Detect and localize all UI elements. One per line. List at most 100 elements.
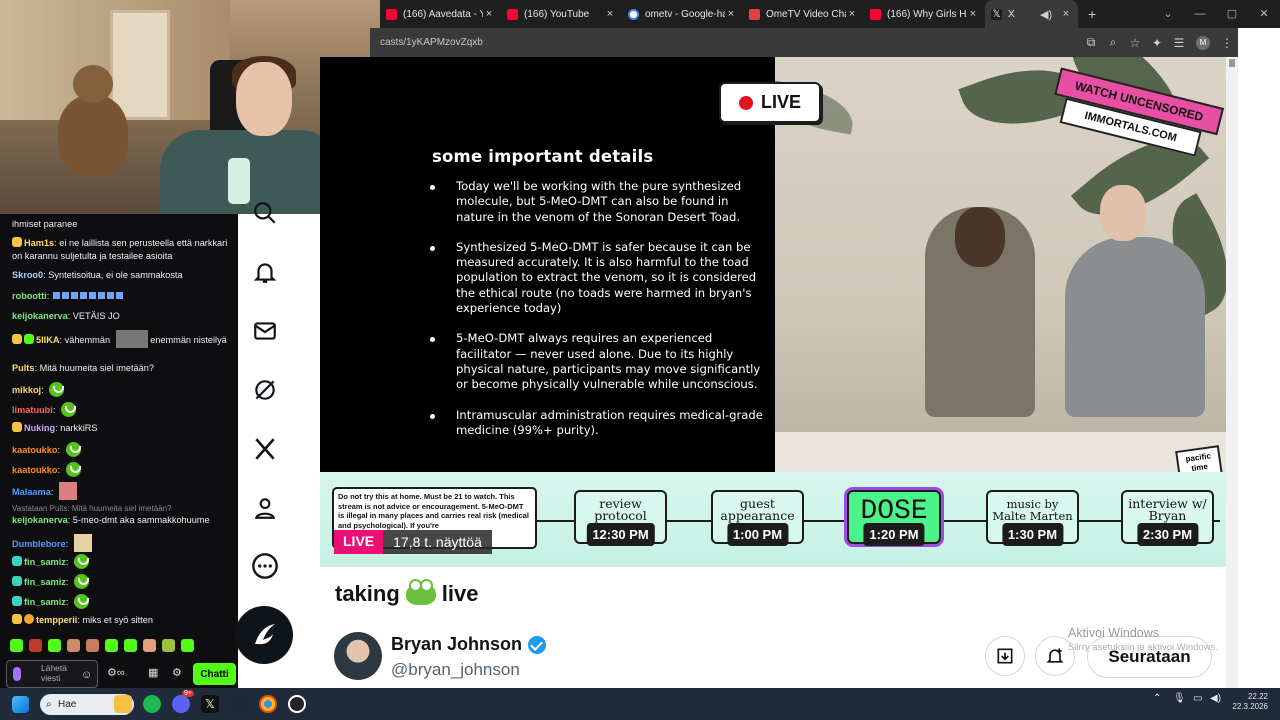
emote-button[interactable] — [86, 639, 99, 652]
emote-button[interactable] — [143, 639, 156, 652]
browser-tab[interactable]: ometv - Google-hak × — [622, 0, 743, 28]
youtube-icon — [507, 8, 518, 20]
pepe-emote-icon — [73, 574, 89, 589]
pepe-emote-icon — [73, 594, 89, 609]
chat-panel: ihmiset paranee Ham1s: ei ne laillista s… — [0, 214, 238, 688]
extensions-icon[interactable]: ✦ — [1146, 36, 1168, 50]
notifications-bell-icon[interactable] — [250, 257, 280, 287]
zoom-icon[interactable]: ⌕ — [1102, 35, 1124, 50]
chat-input[interactable]: Lähetä viesti ☺ — [6, 660, 98, 688]
emote-button[interactable] — [105, 639, 118, 652]
close-tab-icon[interactable]: × — [725, 8, 737, 20]
emote-button[interactable] — [162, 639, 175, 652]
windows-start-icon[interactable] — [12, 696, 29, 713]
page-scrollbar[interactable] — [1226, 57, 1238, 688]
chrome-icon[interactable] — [259, 695, 277, 713]
gear-icon[interactable]: ⚙ — [172, 666, 182, 679]
settings-icon[interactable]: ⚙∞ — [107, 666, 125, 679]
x-app-icon[interactable]: 𝕏 — [201, 695, 219, 713]
chat-message: Nuking: narkkiRS — [12, 422, 234, 435]
browser-tab[interactable]: (166) Why Girls HATE× — [864, 0, 985, 28]
host-name[interactable]: Bryan Johnson — [391, 634, 547, 655]
chat-message: limatuubi: — [12, 402, 234, 417]
emote-button[interactable] — [124, 639, 137, 652]
taskbar-clock[interactable]: 22.22 22.3.2026 — [1232, 692, 1268, 712]
messages-envelope-icon[interactable] — [250, 316, 280, 346]
sub-badge-icon — [24, 614, 34, 624]
profile-avatar[interactable]: M — [1196, 35, 1210, 50]
chat-input-placeholder: Lähetä viesti — [41, 663, 67, 683]
volume-icon[interactable]: ◀) — [1210, 693, 1221, 704]
emote-button[interactable] — [181, 639, 194, 652]
maximize-icon[interactable]: ▢ — [1216, 0, 1248, 28]
chat-message: Pults: Mitä huumeita siel imetään? — [12, 363, 154, 373]
menu-dots-icon[interactable]: ⋮ — [1216, 36, 1238, 50]
close-tab-icon[interactable]: × — [483, 8, 495, 20]
close-tab-icon[interactable]: × — [1060, 8, 1072, 20]
emote-button[interactable] — [67, 639, 80, 652]
chat-message: kaatoukko: — [12, 442, 234, 457]
close-tab-icon[interactable]: × — [846, 8, 858, 20]
emote-button[interactable] — [48, 639, 61, 652]
close-window-icon[interactable]: ✕ — [1248, 0, 1280, 28]
slide-bullet: Today we'll be working with the pure syn… — [428, 179, 763, 225]
reading-list-icon[interactable]: ☰ — [1168, 36, 1190, 50]
bookmark-star-icon[interactable]: ☆ — [1124, 36, 1146, 50]
browser-tab-bar: (166) Aavedata - You× (166) YouTube× ome… — [380, 0, 1280, 28]
close-tab-icon[interactable]: × — [604, 8, 616, 20]
spotify-icon[interactable] — [143, 695, 161, 713]
space-title: taking live — [335, 579, 479, 606]
chat-message: fin_samiz: — [12, 554, 234, 569]
discord-icon[interactable]: 9+ — [172, 690, 194, 713]
compose-post-button[interactable] — [235, 606, 293, 664]
schedule-step: interview w/ Bryan 2:30 PM — [1121, 490, 1214, 546]
network-icon[interactable]: ▭ — [1193, 693, 1202, 704]
grok-icon[interactable] — [250, 375, 280, 405]
steam-icon[interactable] — [230, 695, 248, 713]
search-icon[interactable] — [250, 198, 280, 228]
tab-search-icon[interactable]: ⌄ — [1152, 0, 1184, 28]
address-bar: casts/1yKAPMzovZqxb ⧉ ⌕ ☆ ✦ ☰ M ⋮ — [370, 28, 1238, 57]
emoji-icon[interactable]: ☺ — [81, 669, 92, 681]
youtube-icon — [386, 8, 397, 20]
host-handle[interactable]: @bryan_johnson — [391, 660, 520, 680]
browser-tab[interactable]: (166) YouTube × — [501, 0, 622, 28]
emote-button[interactable] — [10, 639, 23, 652]
x-premium-icon[interactable] — [250, 434, 280, 464]
pepe-emote-icon — [73, 554, 89, 569]
new-tab-button[interactable]: + — [1088, 6, 1096, 22]
view-count: 17,8 t. näyttöä — [383, 530, 492, 554]
browser-tab[interactable]: OmeTV Video Chat -× — [743, 0, 864, 28]
tray-chevron-icon[interactable]: ⌃ — [1153, 693, 1161, 704]
chat-send-button[interactable]: Chatti — [193, 663, 236, 685]
pepe-emote-icon — [49, 382, 65, 397]
file-explorer-icon[interactable] — [114, 695, 132, 713]
browser-tab[interactable]: (166) Aavedata - You× — [380, 0, 501, 28]
close-tab-icon[interactable]: × — [967, 8, 979, 20]
sub-badge-icon — [24, 334, 34, 344]
microphone-icon[interactable] — [13, 667, 21, 681]
emote-button[interactable] — [29, 639, 42, 652]
chat-message: fin_samiz: — [12, 594, 234, 609]
obs-icon[interactable] — [288, 695, 306, 713]
bell-plus-icon — [1046, 648, 1064, 663]
minimize-icon[interactable]: — — [1184, 0, 1216, 28]
chat-message: fin_samiz: — [12, 574, 234, 589]
browser-tab-active[interactable]: 𝕏 X ◀) × — [985, 0, 1078, 28]
chat-message: Malaama: — [12, 482, 234, 500]
more-options-icon[interactable] — [250, 551, 280, 581]
sub-badge-icon — [12, 556, 22, 566]
speaker-icon[interactable]: ◀) — [1040, 8, 1052, 21]
sub-badge-icon — [12, 237, 22, 247]
chat-message: robootti: — [12, 290, 234, 303]
microphone-tray-icon[interactable]: 🎙 — [1173, 693, 1186, 704]
share-exit-button[interactable] — [985, 636, 1025, 676]
profile-icon[interactable] — [250, 493, 280, 523]
url-field[interactable]: casts/1yKAPMzovZqxb — [380, 37, 1080, 48]
install-app-icon[interactable]: ⧉ — [1080, 35, 1102, 50]
crown-badge-icon — [12, 334, 22, 344]
chat-message: tempperii: miks et syö sitten — [12, 614, 234, 627]
gift-icon[interactable]: ▦ — [148, 666, 158, 679]
host-avatar[interactable] — [334, 632, 382, 680]
video-player[interactable]: some important details Today we'll be wo… — [320, 57, 1226, 567]
